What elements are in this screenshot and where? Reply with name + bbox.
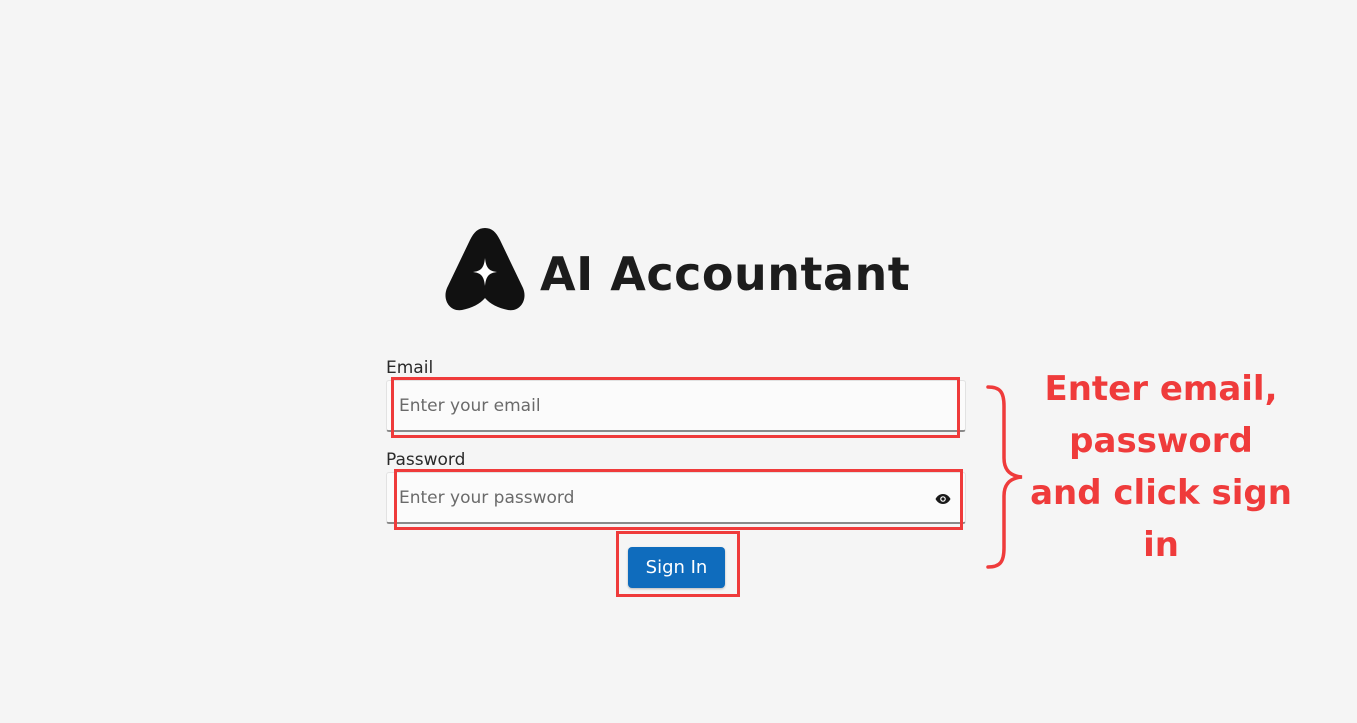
email-field[interactable]: [386, 380, 966, 432]
password-label: Password: [386, 450, 466, 470]
email-label: Email: [386, 358, 434, 378]
password-field[interactable]: [386, 472, 966, 524]
annotation-text: Enter email, password and click sign in: [1030, 369, 1292, 565]
ai-accountant-logo-icon: [445, 228, 525, 311]
curly-brace-icon: [986, 385, 1023, 569]
app-title: AI Accountant: [540, 247, 911, 301]
sign-in-button[interactable]: Sign In: [628, 547, 725, 588]
eye-icon[interactable]: [935, 493, 951, 505]
password-input[interactable]: [399, 473, 919, 522]
email-input[interactable]: [399, 381, 919, 430]
